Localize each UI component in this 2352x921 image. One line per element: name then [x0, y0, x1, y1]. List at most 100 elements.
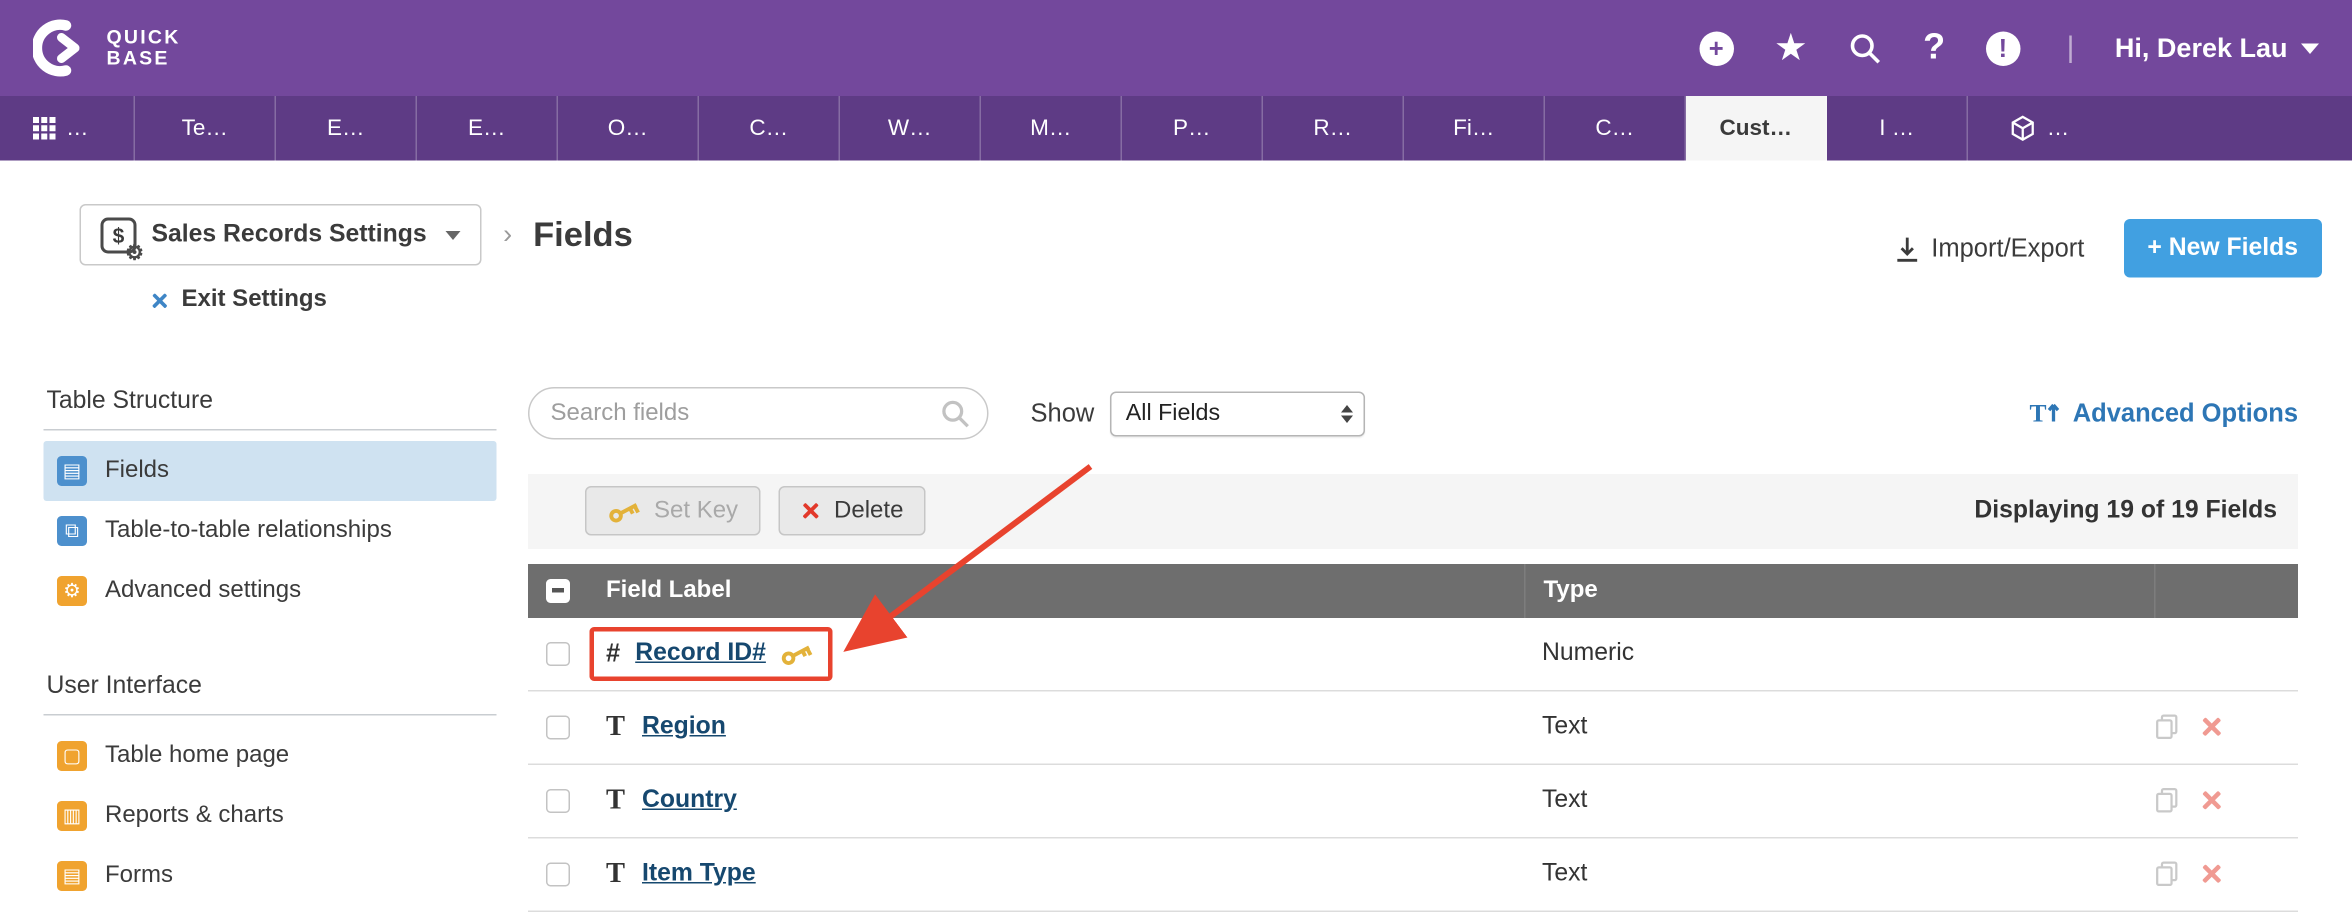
- text-type-icon: T: [606, 710, 642, 743]
- annotation-highlight-box: # Record ID#: [590, 626, 832, 680]
- user-menu[interactable]: Hi, Derek Lau: [2115, 32, 2319, 64]
- copy-icon[interactable]: [2154, 861, 2180, 887]
- field-link-item-type[interactable]: Item Type: [642, 860, 756, 889]
- search-input[interactable]: [528, 387, 989, 440]
- app-tab[interactable]: C…: [1545, 96, 1686, 161]
- key-icon: [605, 495, 643, 526]
- app-tab[interactable]: E…: [417, 96, 558, 161]
- page-header: $ ⚙ Sales Records Settings › Fields Exit…: [0, 161, 2352, 318]
- fields-table-header: Field Label Type: [528, 563, 2298, 617]
- field-link-country[interactable]: Country: [642, 786, 737, 815]
- page-title: Fields: [533, 215, 633, 256]
- app-tab[interactable]: C…: [699, 96, 840, 161]
- app-tab-active[interactable]: Cust…: [1686, 96, 1827, 161]
- page-header-actions: Import/Export + New Fields: [1894, 219, 2322, 278]
- set-key-button[interactable]: Set Key: [585, 486, 761, 536]
- app-tab[interactable]: E…: [276, 96, 417, 161]
- sidebar-item-advanced-settings[interactable]: ⚙ Advanced settings: [44, 560, 497, 620]
- column-header-type: Type: [1524, 563, 2154, 617]
- delete-button[interactable]: Delete: [779, 486, 926, 536]
- select-all-checkbox[interactable]: [546, 578, 570, 602]
- field-type: Text: [1524, 691, 2154, 763]
- search-icon: [941, 399, 971, 437]
- delete-label: Delete: [834, 497, 903, 524]
- settings-menu-button[interactable]: $ ⚙ Sales Records Settings: [80, 204, 483, 266]
- app-tab[interactable]: Te…: [135, 96, 276, 161]
- field-filter-select[interactable]: All Fields: [1109, 391, 1364, 436]
- import-export-icon: [1894, 233, 1920, 263]
- sidebar-item-label: Advanced settings: [105, 577, 301, 604]
- favorites-star-icon[interactable]: ★: [1774, 26, 1808, 71]
- add-icon[interactable]: +: [1699, 31, 1734, 66]
- app-tab[interactable]: M…: [981, 96, 1122, 161]
- chevron-down-icon: [446, 230, 461, 239]
- import-export-button[interactable]: Import/Export: [1894, 233, 2085, 263]
- app-tab[interactable]: I …: [1827, 96, 1968, 161]
- svg-text:T: T: [2029, 399, 2046, 428]
- more-tables-tab[interactable]: …: [1968, 96, 2109, 161]
- relationships-icon: ⧉: [57, 515, 87, 545]
- apps-grid-tab[interactable]: …: [0, 96, 135, 161]
- settings-button-label: Sales Records Settings: [152, 221, 427, 250]
- field-link-region[interactable]: Region: [642, 713, 726, 742]
- brand-quick: QUICK: [107, 27, 181, 48]
- delete-field-icon[interactable]: [2202, 864, 2222, 884]
- row-actions: [2154, 691, 2298, 763]
- chevron-down-icon: [2301, 43, 2319, 54]
- table-row: # Record ID# Numeric: [528, 617, 2298, 691]
- sidebar-item-fields[interactable]: ▤ Fields: [44, 440, 497, 500]
- sidebar-item-label: Reports & charts: [105, 802, 284, 829]
- sidebar-item-label: Forms: [105, 862, 173, 889]
- sidebar-item-label: Table-to-table relationships: [105, 517, 392, 544]
- row-actions: [2154, 838, 2298, 910]
- fields-main-panel: Show All Fields T Advanced Options: [528, 386, 2298, 911]
- delete-field-icon[interactable]: [2202, 717, 2222, 737]
- quickbase-logo[interactable]: QUICK BASE: [33, 18, 181, 78]
- reports-chart-icon: ▥: [57, 800, 87, 830]
- help-icon[interactable]: ?: [1923, 27, 1945, 69]
- advanced-options-icon: T: [2029, 399, 2061, 428]
- header-actions: + ★ ? ! | Hi, Derek Lau: [1699, 26, 2319, 71]
- gear-icon: ⚙: [125, 241, 144, 262]
- row-checkbox[interactable]: [546, 641, 570, 665]
- exit-settings-link[interactable]: Exit Settings: [150, 287, 327, 314]
- sidebar-item-table-home-page[interactable]: ▢ Table home page: [44, 725, 497, 785]
- brand-base: BASE: [107, 48, 181, 69]
- delete-field-icon[interactable]: [2202, 791, 2222, 811]
- row-checkbox[interactable]: [546, 862, 570, 886]
- app-tab[interactable]: R…: [1263, 96, 1404, 161]
- sidebar-item-reports-charts[interactable]: ▥ Reports & charts: [44, 785, 497, 845]
- fields-table: Field Label Type # Record ID#: [528, 563, 2298, 911]
- sidebar-section-user-interface: User Interface ▢ Table home page ▥ Repor…: [44, 671, 497, 905]
- numeric-type-icon: #: [606, 638, 620, 668]
- app-tab[interactable]: Fi…: [1404, 96, 1545, 161]
- alerts-icon[interactable]: !: [1986, 31, 2021, 66]
- select-stepper-icon: [1340, 404, 1352, 422]
- apps-tab-label: …: [66, 116, 89, 142]
- copy-icon[interactable]: [2154, 788, 2180, 814]
- field-link-record-id[interactable]: Record ID#: [635, 639, 766, 668]
- app-header: QUICK BASE + ★ ? ! | Hi, Derek Lau: [0, 0, 2352, 96]
- show-label: Show: [1031, 398, 1095, 428]
- fields-icon: ▤: [57, 455, 87, 485]
- field-type: Text: [1524, 764, 2154, 836]
- sidebar-section-table-structure: Table Structure ▤ Fields ⧉ Table-to-tabl…: [44, 386, 497, 620]
- displaying-count: Displaying 19 of 19 Fields: [1974, 497, 2277, 526]
- search-icon[interactable]: [1848, 31, 1883, 66]
- sidebar-item-relationships[interactable]: ⧉ Table-to-table relationships: [44, 500, 497, 560]
- row-actions: [2154, 617, 2298, 689]
- app-tab[interactable]: O…: [558, 96, 699, 161]
- grid-icon: [33, 117, 56, 140]
- advanced-options-link[interactable]: T Advanced Options: [2029, 398, 2298, 428]
- quickbase-logo-text: QUICK BASE: [107, 27, 181, 69]
- sidebar-item-forms[interactable]: ▤ Forms: [44, 845, 497, 905]
- breadcrumb-separator: ›: [503, 219, 512, 251]
- row-checkbox[interactable]: [546, 788, 570, 812]
- copy-icon[interactable]: [2154, 714, 2180, 740]
- row-checkbox[interactable]: [546, 715, 570, 739]
- app-tab[interactable]: P…: [1122, 96, 1263, 161]
- sidebar-section-title: Table Structure: [44, 386, 497, 430]
- new-fields-button[interactable]: + New Fields: [2123, 219, 2322, 278]
- app-tab[interactable]: W…: [840, 96, 981, 161]
- sidebar-section-title: User Interface: [44, 671, 497, 715]
